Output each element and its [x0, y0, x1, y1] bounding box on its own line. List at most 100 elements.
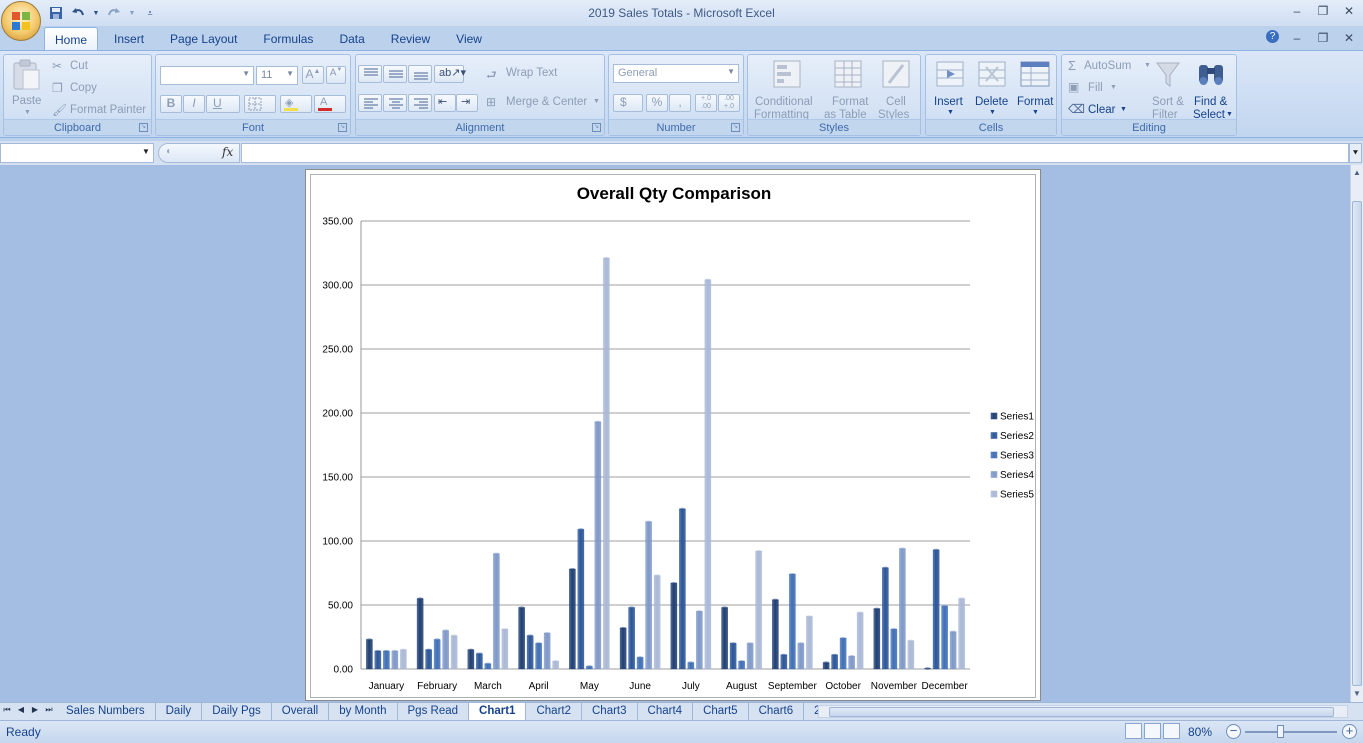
sheet-tab[interactable]: Overall — [272, 703, 330, 720]
bar[interactable] — [882, 567, 889, 670]
decrease-indent-button[interactable]: ⇤ — [434, 94, 456, 112]
clear-button[interactable]: ⌫ Clear ▼ — [1068, 102, 1138, 118]
bar[interactable] — [433, 639, 441, 670]
scroll-thumb[interactable] — [829, 707, 1334, 717]
bottom-align-button[interactable] — [408, 65, 432, 83]
first-sheet-icon[interactable]: ⏮ — [2, 705, 12, 715]
sheet-tab[interactable]: by Month — [329, 703, 398, 720]
scroll-down-icon[interactable]: ▼ — [1353, 689, 1361, 698]
sheet-tab[interactable]: Daily — [156, 703, 203, 720]
merge-center-button[interactable]: ⊞ Merge & Center ▼ — [486, 94, 601, 112]
shrink-font-button[interactable]: A▼ — [326, 66, 346, 84]
bar[interactable] — [772, 599, 779, 670]
bar[interactable] — [636, 657, 644, 670]
bar[interactable] — [729, 643, 737, 670]
comma-button[interactable]: , — [669, 94, 691, 112]
bar[interactable] — [932, 549, 940, 670]
bar[interactable] — [501, 629, 509, 670]
sheet-tab[interactable]: Chart4 — [638, 703, 694, 720]
bar[interactable] — [374, 650, 382, 670]
last-sheet-icon[interactable]: ⏭ — [44, 705, 54, 715]
dialog-launcher-icon[interactable]: ↘ — [139, 123, 148, 132]
conditional-formatting-button[interactable]: Conditional Formatting — [752, 57, 820, 121]
percent-button[interactable]: % — [646, 94, 668, 112]
format-painter-button[interactable]: 🖌 Format Painter — [52, 103, 152, 119]
bar[interactable] — [594, 421, 602, 670]
workbook-minimize-icon[interactable]: – — [1289, 30, 1305, 46]
insert-function-icon[interactable]: fx — [222, 145, 233, 159]
wrap-text-button[interactable]: ⮐ Wrap Text — [486, 65, 596, 83]
horizontal-scrollbar[interactable] — [818, 705, 1348, 718]
bar[interactable] — [907, 640, 915, 670]
bar[interactable] — [442, 630, 449, 670]
minimize-icon[interactable]: – — [1289, 3, 1305, 19]
bar[interactable] — [569, 569, 576, 670]
font-name-combo[interactable]: ▼ — [160, 66, 254, 85]
find-select-button[interactable]: Find & Select ▼ — [1190, 57, 1234, 121]
dialog-launcher-icon[interactable]: ↘ — [731, 123, 740, 132]
bar[interactable] — [476, 653, 483, 670]
expand-formula-bar-icon[interactable]: ⯆ — [1349, 143, 1362, 163]
close-icon[interactable]: ✕ — [1341, 3, 1357, 19]
italic-button[interactable]: I — [183, 95, 205, 113]
tab-home[interactable]: Home — [44, 27, 99, 51]
zoom-slider[interactable] — [1245, 731, 1337, 733]
bar[interactable] — [425, 649, 432, 670]
help-icon[interactable]: ? — [1266, 30, 1279, 43]
scroll-thumb[interactable] — [1352, 201, 1362, 686]
sheet-tab-active[interactable]: Chart1 — [469, 703, 527, 720]
grow-font-button[interactable]: A▲ — [302, 66, 324, 84]
fill-color-button[interactable]: ◈ — [280, 95, 312, 113]
orientation-button[interactable]: ab↗▾ — [434, 65, 466, 83]
tab-page-layout[interactable]: Page Layout — [160, 27, 247, 51]
bar[interactable] — [797, 643, 805, 670]
bold-button[interactable]: B — [160, 95, 182, 113]
decrease-decimal-button[interactable]: .00 +.0 — [718, 94, 740, 112]
sheet-tab[interactable]: Daily Pgs — [202, 703, 272, 720]
bar[interactable] — [391, 650, 399, 670]
increase-indent-button[interactable]: ⇥ — [456, 94, 478, 112]
bar[interactable] — [450, 635, 458, 670]
bar[interactable] — [577, 529, 585, 670]
zoom-in-icon[interactable]: + — [1342, 724, 1357, 739]
bar[interactable] — [467, 649, 475, 670]
restore-icon[interactable]: ❐ — [1315, 3, 1331, 19]
top-align-button[interactable] — [358, 65, 382, 83]
sheet-tab[interactable]: Chart3 — [582, 703, 638, 720]
underline-button[interactable]: U — [206, 95, 240, 113]
bar[interactable] — [416, 598, 424, 670]
bar[interactable] — [526, 635, 534, 670]
next-sheet-icon[interactable]: ▶ — [30, 705, 40, 715]
workbook-close-icon[interactable]: ✕ — [1341, 30, 1357, 46]
tab-data[interactable]: Data — [329, 27, 374, 51]
bar[interactable] — [543, 633, 551, 670]
workbook-restore-icon[interactable]: ❐ — [1315, 30, 1331, 46]
bar[interactable] — [839, 638, 847, 670]
sheet-tab[interactable]: Chart5 — [693, 703, 749, 720]
chart-title[interactable]: Overall Qty Comparison — [577, 184, 772, 203]
bar[interactable] — [873, 608, 881, 670]
bar[interactable] — [856, 612, 864, 670]
align-center-button[interactable] — [383, 94, 407, 112]
currency-button[interactable]: $ — [613, 94, 643, 112]
plot-area[interactable] — [366, 256, 965, 670]
font-size-combo[interactable]: 11 ▼ — [256, 66, 298, 85]
insert-cells-button[interactable]: Insert ▼ — [930, 57, 970, 119]
vertical-scrollbar[interactable]: ▲ ▼ — [1350, 165, 1363, 702]
sheet-tab[interactable]: Pgs Read — [398, 703, 470, 720]
tab-view[interactable]: View — [446, 27, 492, 51]
dialog-launcher-icon[interactable]: ↘ — [592, 123, 601, 132]
delete-cells-button[interactable]: Delete ▼ — [972, 57, 1012, 119]
chart-area[interactable]: Overall Qty Comparison 0.00 50.00 100.00 15… — [310, 174, 1036, 698]
bar[interactable] — [518, 607, 525, 670]
format-as-table-button[interactable]: Format as Table — [822, 57, 874, 121]
normal-view-icon[interactable] — [1125, 723, 1142, 739]
tab-review[interactable]: Review — [381, 27, 440, 51]
tab-formulas[interactable]: Formulas — [253, 27, 323, 51]
font-color-button[interactable]: A — [314, 95, 346, 113]
office-button[interactable] — [1, 1, 41, 41]
format-cells-button[interactable]: Format ▼ — [1014, 57, 1056, 119]
number-format-combo[interactable]: General ▼ — [613, 64, 739, 83]
sheet-tab[interactable]: Chart6 — [749, 703, 805, 720]
sort-filter-button[interactable]: Sort & Filter — [1148, 57, 1188, 121]
